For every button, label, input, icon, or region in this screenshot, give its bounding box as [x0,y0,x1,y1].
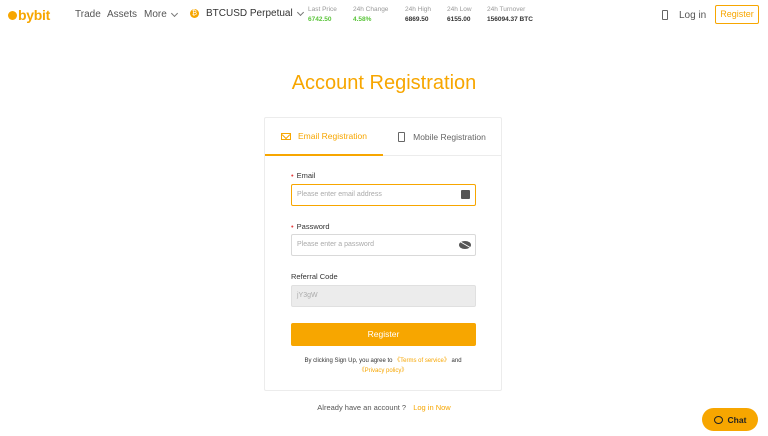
password-placeholder: Please enter a password [297,241,375,248]
required-marker: • [291,222,294,231]
nav-more-label: More [144,9,167,20]
stat-label: Last Price [308,6,337,13]
login-now-link[interactable]: Log in Now [413,403,451,412]
referral-code-field: jY3gW [291,285,476,307]
terms-and: and [451,358,462,364]
login-prompt-text: Already have an account ? [317,403,407,412]
register-button[interactable]: Register [715,5,759,24]
email-field[interactable]: Please enter email address [291,184,476,206]
page-title: Account Registration [291,72,477,94]
tab-label: Mobile Registration [413,132,486,142]
stat-label: 24h Turnover [487,6,526,13]
chat-label: Chat [727,414,747,425]
referral-code-value: jY3gW [297,292,318,299]
password-field[interactable]: Please enter a password [291,234,476,256]
email-placeholder: Please enter email address [297,191,382,198]
stat-label: 24h Change [353,6,389,13]
email-label: • Email [291,171,315,180]
tab-mobile-registration[interactable]: Mobile Registration [383,118,501,156]
stat-24h-turnover: 24h Turnover 156094.37 BTC [487,5,533,25]
nav-more[interactable]: More [144,9,178,20]
terms-of-service-link[interactable]: 《Terms of service》 [394,358,450,364]
pair-selector[interactable]: ₿ BTCUSD Perpetual [190,8,304,19]
bitcoin-icon: ₿ [190,9,199,18]
pair-label: BTCUSD Perpetual [206,8,293,19]
nav-trade[interactable]: Trade [75,9,101,20]
nav-assets[interactable]: Assets [107,9,137,20]
register-submit-button[interactable]: Register [291,323,476,346]
stat-24h-change: 24h Change 4.58% [353,5,388,25]
password-label: • Password [291,222,330,231]
chevron-down-icon [170,9,178,17]
stat-last-price: Last Price 6742.50 [308,5,337,25]
stat-value: 4.58% [353,16,372,23]
autofill-icon[interactable] [461,190,470,199]
login-prompt: Already have an account ? Log in Now [0,403,768,412]
tab-email-registration[interactable]: Email Registration [265,118,383,156]
tab-label: Email Registration [298,131,367,141]
email-label-text: Email [296,171,316,180]
mobile-icon [398,132,406,142]
chevron-down-icon [296,8,304,16]
mobile-app-icon[interactable] [662,10,668,20]
stat-24h-low: 24h Low 6155.00 [447,5,472,25]
logo-mark-icon [8,10,17,20]
stat-value: 6869.50 [405,16,429,23]
bybit-logo[interactable]: bybit [8,7,50,23]
registration-card: Email Registration Mobile Registration •… [264,117,502,391]
referral-label: Referral Code [291,272,338,281]
top-navbar: bybit Trade Assets More ₿ BTCUSD Perpetu… [0,0,768,30]
stat-value: 156094.37 BTC [487,16,533,23]
logo-text: bybit [18,7,50,23]
terms-notice: By clicking Sign Up, you agree to 《Terms… [265,356,501,376]
stat-value: 6742.50 [308,16,332,23]
stat-label: 24h Low [447,6,472,13]
hide-password-icon[interactable] [459,241,471,249]
stat-24h-high: 24h High 6869.50 [405,5,431,25]
registration-tabs: Email Registration Mobile Registration [265,118,501,156]
chat-button[interactable]: Chat [702,408,758,431]
mail-icon [281,132,291,140]
required-marker: • [291,171,294,180]
privacy-policy-link[interactable]: 《Privacy policy》 [359,368,408,374]
login-link[interactable]: Log in [679,10,706,21]
password-label-text: Password [296,222,330,231]
stat-label: 24h High [405,6,432,13]
terms-prefix: By clicking Sign Up, you agree to [304,358,393,364]
chat-bubble-icon [713,415,723,424]
stat-value: 6155.00 [447,16,471,23]
